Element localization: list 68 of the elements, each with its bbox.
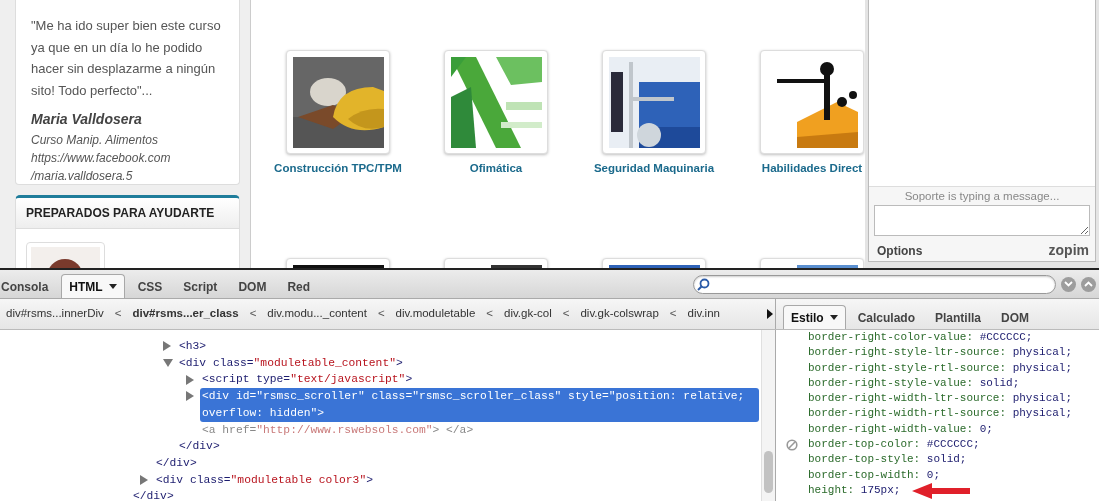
previous-match-button[interactable]: [1081, 276, 1096, 292]
breadcrumb-item[interactable]: div.moduletable: [395, 305, 476, 323]
course-link[interactable]: Construcción TPC/TPM: [274, 161, 402, 175]
breadcrumb-item[interactable]: div#rsms...er_class: [132, 305, 239, 323]
code-line[interactable]: <script type="text/javascript">: [200, 371, 415, 389]
scrollbar[interactable]: [761, 330, 775, 501]
chevron-up-icon: [1084, 281, 1093, 287]
course-image-frame[interactable]: [286, 50, 390, 154]
panel-tab[interactable]: Estilo: [783, 305, 846, 329]
breadcrumb-separator: <: [486, 306, 493, 322]
breadcrumb-separator: <: [377, 306, 385, 322]
panel-tab[interactable]: DOM: [993, 305, 1038, 329]
course-image-frame[interactable]: [602, 50, 706, 154]
panel-tab[interactable]: CSS: [129, 274, 171, 298]
panel-tab[interactable]: Script: [175, 274, 226, 298]
chevron-down-icon: [1064, 281, 1073, 287]
breadcrumb-separator: <: [114, 306, 122, 322]
message-field[interactable]: [874, 205, 1090, 236]
next-match-button[interactable]: [1061, 276, 1076, 292]
breadcrumb-item[interactable]: div.inn: [687, 305, 720, 323]
breadcrumb-separator: <: [562, 306, 570, 322]
breadcrumb-item[interactable]: div.modu..._content: [267, 305, 367, 323]
code-line[interactable]: </div>: [177, 438, 222, 455]
style-declaration[interactable]: border-right-style-rtl-source: physical;: [808, 360, 1073, 376]
style-declaration[interactable]: border-top-width: 0;: [808, 467, 941, 483]
course-link[interactable]: Ofimática: [469, 161, 523, 175]
style-declaration[interactable]: border-right-style-ltr-source: physical;: [808, 345, 1073, 361]
options-link[interactable]: Options: [877, 241, 923, 260]
breadcrumb-item[interactable]: div.gk-col: [504, 305, 552, 323]
course-image-frame[interactable]: [760, 50, 864, 154]
style-declaration[interactable]: border-top-style: solid;: [808, 452, 967, 468]
style-declaration[interactable]: border-right-width-rtl-source: physical;: [808, 406, 1073, 422]
collapse-icon[interactable]: [163, 359, 173, 368]
code-line[interactable]: <a href="http://www.rswebsols.com"> </a>: [200, 421, 476, 439]
card-header: PREPARADOS PARA AYUDARTE: [16, 198, 239, 229]
code-line[interactable]: <h3>: [177, 338, 209, 355]
panel-tab[interactable]: DOM: [230, 274, 275, 298]
panel-tab[interactable]: Red: [279, 274, 319, 298]
style-declaration[interactable]: border-right-width-value: 0;: [808, 421, 993, 438]
brand-logo: zopim: [1048, 241, 1089, 260]
testimonial-quote: "Me ha ido super bien este curso ya que en un día lo he podido hacer sin desplazarme a ningún sito! Todo perfecto"...: [31, 17, 222, 100]
breadcrumb-item[interactable]: div#rsms...innerDiv: [6, 305, 104, 323]
breadcrumb-separator: <: [669, 306, 677, 322]
style-declaration[interactable]: border-right-style-value: solid;: [808, 375, 1020, 392]
testimonial-author: Maria Valldosera: [31, 110, 143, 129]
testimonial-detail: Curso Manip. Alimentos: [31, 132, 159, 149]
panel-tab[interactable]: Calculado: [849, 305, 924, 329]
typing-status: Soporte is typing a message...: [903, 189, 1061, 204]
style-declaration[interactable]: border-right-color-value: #CCCCCC;: [808, 330, 1033, 346]
expand-icon[interactable]: [140, 474, 148, 485]
panel-tab[interactable]: Consola: [0, 274, 57, 298]
code-line[interactable]: </div>: [131, 488, 176, 501]
code-line[interactable]: <div class="moduletable_content">: [177, 354, 405, 372]
style-declaration[interactable]: border-right-width-ltr-source: physical;: [808, 391, 1073, 407]
breadcrumb-separator: <: [249, 306, 257, 322]
panel-tab[interactable]: Plantilla: [927, 305, 990, 329]
testimonial-detail: https://www.facebook.com: [31, 150, 172, 167]
course-link[interactable]: Seguridad Maquinaria: [593, 161, 715, 175]
search-field[interactable]: [693, 274, 1056, 294]
search-icon: [697, 277, 710, 291]
breadcrumb-item[interactable]: div.gk-colswrap: [580, 305, 659, 323]
expand-icon[interactable]: [163, 341, 171, 352]
style-declaration[interactable]: height: 175px;: [808, 483, 901, 499]
panel-tab[interactable]: HTML: [61, 274, 125, 298]
course-link[interactable]: Habilidades Direct: [761, 161, 863, 175]
testimonial-detail: /maria.valldosera.5: [31, 168, 134, 184]
code-line[interactable]: </div>: [154, 454, 199, 472]
code-line[interactable]: <div class="moduletable color3">: [154, 471, 375, 489]
